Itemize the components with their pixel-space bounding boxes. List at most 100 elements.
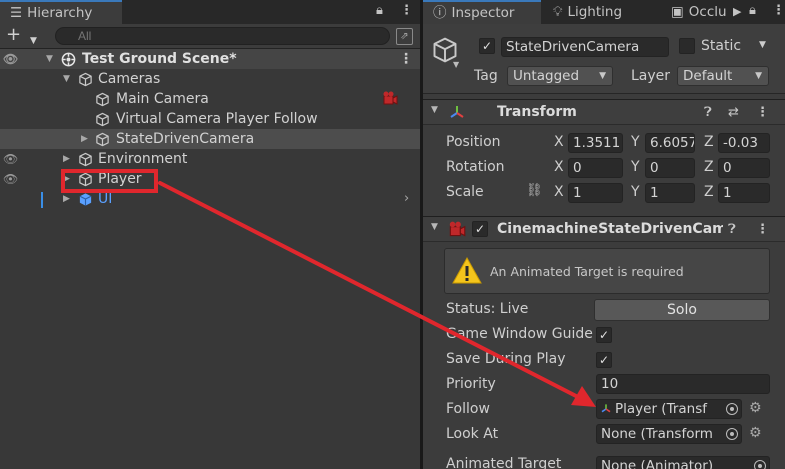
help-icon[interactable]: ❓︎ bbox=[704, 105, 712, 120]
active-checkbox[interactable]: ✓ bbox=[479, 38, 495, 54]
expand-arrow-icon[interactable]: ▼ bbox=[46, 49, 53, 69]
transform-header[interactable]: ▼ Transform ❓︎ ⇄ ⋮ bbox=[423, 99, 785, 125]
axis-x-label[interactable]: X bbox=[554, 134, 564, 150]
chevron-down-icon: ▼ bbox=[755, 71, 762, 81]
inspector-tab-bar: ⓘ Inspector 💡︎ Lighting ▣ Occlu ▶ 🔒︎ ⋮ bbox=[423, 0, 785, 24]
gear-icon[interactable]: ⚙︎ bbox=[749, 425, 762, 441]
tab-inspector[interactable]: ⓘ Inspector bbox=[423, 0, 541, 24]
icon-dropdown-arrow[interactable]: ▼ bbox=[453, 60, 459, 69]
tag-dropdown[interactable]: Untagged ▼ bbox=[507, 66, 613, 86]
hierarchy-item-environment[interactable]: 👁︎ ▶ Environment bbox=[0, 149, 420, 169]
more-options-icon[interactable]: ⋮ bbox=[772, 3, 785, 18]
scene-menu-icon[interactable]: ⋮ bbox=[399, 49, 413, 69]
solo-button[interactable]: Solo bbox=[594, 299, 770, 321]
lock-icon[interactable]: 🔒︎ bbox=[376, 3, 383, 18]
scale-x-field[interactable]: 1 bbox=[568, 183, 623, 203]
position-x-field[interactable]: 1.3511 bbox=[568, 133, 623, 153]
bulb-icon: 💡︎ bbox=[553, 4, 563, 20]
game-window-guides-label: Game Window Guide bbox=[446, 326, 593, 342]
hierarchy-toolbar: +▼ 🔍︎ ⇗ bbox=[0, 24, 420, 49]
game-window-guides-checkbox[interactable]: ✓ bbox=[596, 327, 612, 343]
inspector-panel: ⓘ Inspector 💡︎ Lighting ▣ Occlu ▶ 🔒︎ ⋮ ▼ ✓ … bbox=[423, 0, 785, 469]
chevron-down-icon[interactable]: ▼ bbox=[759, 40, 766, 50]
rotation-z-field[interactable]: 0 bbox=[718, 158, 770, 178]
position-y-field[interactable]: 6.6057 bbox=[645, 133, 695, 153]
fold-arrow-icon[interactable]: ▼ bbox=[431, 105, 438, 115]
lock-icon[interactable]: 🔒︎ bbox=[749, 3, 756, 18]
scale-z-field[interactable]: 1 bbox=[718, 183, 770, 203]
chevron-down-icon: ▼ bbox=[30, 36, 37, 46]
axis-x-label[interactable]: X bbox=[554, 184, 564, 200]
position-z-field[interactable]: -0.03 bbox=[718, 133, 770, 153]
priority-field[interactable]: 10 bbox=[596, 374, 770, 394]
tab-label: Lighting bbox=[567, 4, 623, 20]
constrain-proportions-icon[interactable]: ⛓︎ bbox=[526, 183, 543, 198]
component-menu-icon[interactable]: ⋮ bbox=[756, 222, 769, 237]
transform-title: Transform bbox=[497, 104, 577, 120]
state-driven-camera-header[interactable]: ▼ ✓ CinemachineStateDrivenCame ❓︎ ⋮ bbox=[423, 216, 785, 242]
axis-y-label[interactable]: Y bbox=[631, 134, 640, 150]
axis-y-label[interactable]: Y bbox=[631, 159, 640, 175]
hierarchy-item-state-driven-camera[interactable]: ▶ StateDrivenCamera bbox=[0, 129, 420, 149]
expand-arrow-icon[interactable]: ▶ bbox=[63, 149, 70, 169]
object-name-field[interactable]: StateDrivenCamera bbox=[501, 37, 669, 57]
save-during-play-checkbox[interactable]: ✓ bbox=[596, 352, 612, 368]
eye-icon[interactable]: 👁︎ bbox=[3, 169, 18, 189]
rotation-label: Rotation bbox=[446, 159, 505, 175]
object-picker-icon[interactable] bbox=[754, 460, 766, 469]
hierarchy-item-label: Main Camera bbox=[116, 91, 209, 107]
static-checkbox[interactable] bbox=[679, 38, 695, 54]
hierarchy-item-virtual-camera[interactable]: Virtual Camera Player Follow bbox=[0, 109, 420, 129]
hierarchy-tab-label: Hierarchy bbox=[27, 5, 93, 21]
hierarchy-list-icon: ☰ bbox=[10, 5, 23, 21]
static-label: Static bbox=[701, 38, 742, 54]
fold-arrow-icon[interactable]: ▼ bbox=[431, 222, 438, 232]
chevron-right-icon[interactable]: › bbox=[404, 189, 409, 209]
hierarchy-item-label: StateDrivenCamera bbox=[116, 131, 255, 147]
component-menu-icon[interactable]: ⋮ bbox=[756, 105, 769, 120]
object-picker-icon[interactable] bbox=[726, 403, 738, 415]
hierarchy-item-main-camera[interactable]: Main Camera bbox=[0, 89, 420, 109]
tab-lighting[interactable]: 💡︎ Lighting bbox=[543, 0, 661, 24]
layer-dropdown[interactable]: Default ▼ bbox=[677, 66, 769, 86]
look-at-value: None (Transform bbox=[601, 426, 713, 442]
axis-y-label[interactable]: Y bbox=[631, 184, 640, 200]
hierarchy-tab[interactable]: ☰ Hierarchy bbox=[0, 0, 122, 24]
info-icon: ⓘ bbox=[433, 5, 447, 21]
warning-box: An Animated Target is required bbox=[444, 248, 770, 294]
expand-arrow-icon[interactable]: ▼ bbox=[63, 69, 70, 89]
rotation-y-field[interactable]: 0 bbox=[645, 158, 695, 178]
scene-row[interactable]: 👁︎ ▼ Test Ground Scene* ⋮ bbox=[0, 49, 420, 69]
animated-target-field[interactable]: None (Animator) bbox=[596, 456, 770, 469]
presets-icon[interactable]: ⇄ bbox=[728, 105, 739, 120]
scale-y-field[interactable]: 1 bbox=[645, 183, 695, 203]
axis-z-label[interactable]: Z bbox=[704, 134, 714, 150]
component-enabled-checkbox[interactable]: ✓ bbox=[472, 221, 488, 237]
axis-x-label[interactable]: X bbox=[554, 159, 564, 175]
more-options-icon[interactable]: ⋮ bbox=[400, 3, 413, 18]
object-picker-icon[interactable] bbox=[726, 428, 738, 440]
eye-icon[interactable]: 👁︎ bbox=[3, 49, 18, 69]
layer-label: Layer bbox=[631, 68, 671, 84]
tab-occlusion[interactable]: ▣ Occlu bbox=[661, 0, 741, 24]
follow-field[interactable]: Player (Transf bbox=[596, 399, 742, 419]
rotation-x-field[interactable]: 0 bbox=[568, 158, 623, 178]
hierarchy-item-cameras[interactable]: ▼ Cameras bbox=[0, 69, 420, 89]
transform-axes-icon bbox=[601, 404, 611, 413]
axis-z-label[interactable]: Z bbox=[704, 159, 714, 175]
look-at-field[interactable]: None (Transform bbox=[596, 424, 742, 444]
axis-z-label[interactable]: Z bbox=[704, 184, 714, 200]
tag-value: Untagged bbox=[513, 68, 580, 84]
eye-icon[interactable]: 👁︎ bbox=[3, 149, 18, 169]
layer-value: Default bbox=[683, 68, 733, 84]
priority-label: Priority bbox=[446, 376, 496, 392]
scene-visibility-icon[interactable]: ⇗ bbox=[396, 28, 413, 45]
tab-scroll-right-icon[interactable]: ▶ bbox=[733, 5, 741, 18]
help-icon[interactable]: ❓︎ bbox=[728, 222, 736, 237]
animated-target-label: Animated Target bbox=[446, 456, 562, 469]
gameobject-cube-icon bbox=[96, 92, 109, 107]
expand-arrow-icon[interactable]: ▶ bbox=[81, 129, 88, 149]
search-input[interactable] bbox=[55, 27, 390, 45]
add-object-button[interactable]: + ▼ bbox=[6, 26, 40, 47]
gear-icon[interactable]: ⚙︎ bbox=[749, 400, 762, 416]
